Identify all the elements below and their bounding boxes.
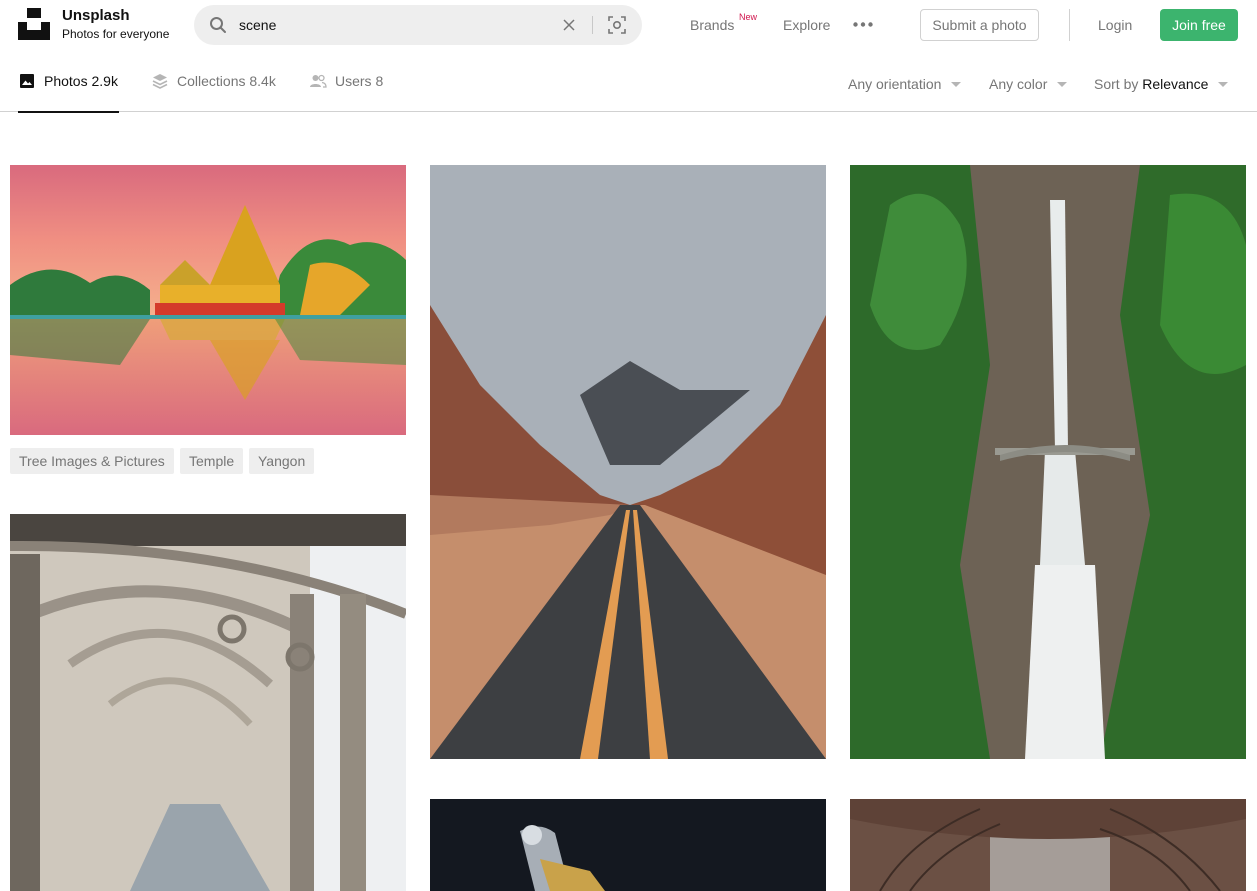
top-header: Unsplash Photos for everyone Brands New … xyxy=(0,0,1257,50)
tab-collections-label: Collections xyxy=(177,73,246,89)
unsplash-logo-icon[interactable] xyxy=(18,8,50,40)
tab-collections[interactable]: Collections 8.4k xyxy=(151,50,276,112)
tab-photos[interactable]: Photos 2.9k xyxy=(18,50,119,113)
brand-tagline: Photos for everyone xyxy=(62,27,170,41)
brand[interactable]: Unsplash Photos for everyone xyxy=(62,7,169,42)
search-divider xyxy=(592,16,593,34)
color-filter[interactable]: Any color xyxy=(989,76,1068,92)
waterfall-photo[interactable] xyxy=(850,165,1246,759)
tab-users-label: Users xyxy=(335,73,372,89)
chevron-down-icon xyxy=(951,81,962,87)
collections-icon xyxy=(152,74,168,89)
brand-name: Unsplash xyxy=(62,7,130,24)
tag-chip[interactable]: Tree Images & Pictures xyxy=(10,448,174,474)
search-tabs-bar: Photos 2.9k Collections 8.4k Users 8 Any… xyxy=(0,50,1257,113)
tab-photos-label: Photos xyxy=(44,73,88,89)
users-icon xyxy=(310,74,327,88)
sort-prefix: Sort by xyxy=(1094,76,1139,92)
orientation-filter-label: Any orientation xyxy=(848,76,942,92)
nav-brands[interactable]: Brands xyxy=(690,17,734,33)
more-icon[interactable] xyxy=(853,22,873,27)
color-filter-label: Any color xyxy=(989,76,1048,92)
orientation-filter[interactable]: Any orientation xyxy=(848,76,962,92)
tag-chip[interactable]: Temple xyxy=(180,448,244,474)
temple-on-lake-photo[interactable] xyxy=(10,165,406,435)
bridge-arches-photo[interactable] xyxy=(10,514,406,891)
sort-value: Relevance xyxy=(1142,76,1209,92)
search-input[interactable] xyxy=(239,15,539,35)
tab-collections-count: 8.4k xyxy=(249,73,276,89)
join-free-button[interactable]: Join free xyxy=(1160,9,1238,41)
sort-filter[interactable]: Sort by Relevance xyxy=(1094,76,1229,92)
new-badge: New xyxy=(739,12,758,22)
search-icon[interactable] xyxy=(209,16,227,34)
visual-search-icon[interactable] xyxy=(608,16,626,34)
chevron-down-icon xyxy=(1218,81,1229,87)
tag-chip[interactable]: Yangon xyxy=(249,448,315,474)
tab-users[interactable]: Users 8 xyxy=(309,50,383,112)
chevron-down-icon xyxy=(1057,81,1068,87)
night-city-photo[interactable] xyxy=(430,799,826,891)
image-icon xyxy=(20,74,34,88)
header-divider xyxy=(1069,9,1070,41)
clear-search-icon[interactable] xyxy=(563,19,575,31)
nav-explore[interactable]: Explore xyxy=(783,17,830,33)
search-bar xyxy=(194,5,642,45)
submit-photo-button[interactable]: Submit a photo xyxy=(920,9,1039,41)
login-link[interactable]: Login xyxy=(1098,17,1132,33)
bare-trees-photo[interactable] xyxy=(850,799,1246,891)
tab-photos-count: 2.9k xyxy=(91,73,118,89)
tab-users-count: 8 xyxy=(375,73,384,89)
desert-road-photo[interactable] xyxy=(430,165,826,759)
